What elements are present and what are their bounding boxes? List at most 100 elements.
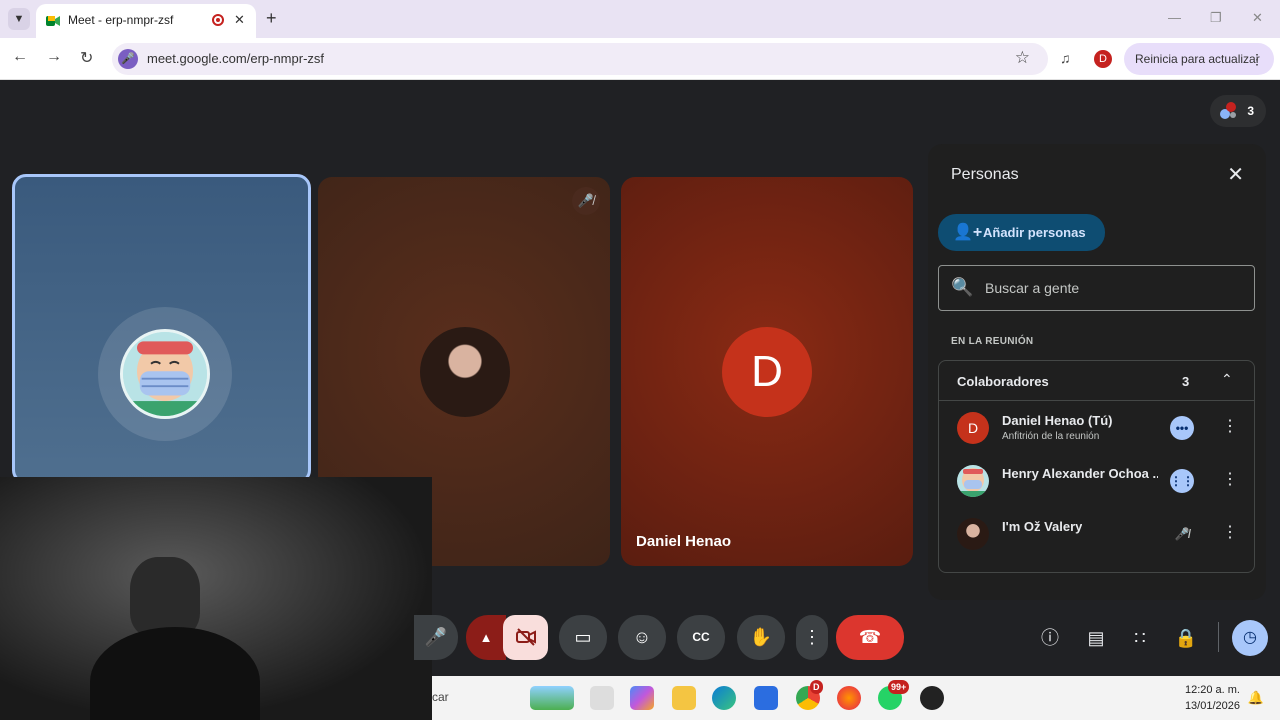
new-tab-button[interactable]: + <box>266 8 277 29</box>
muted-mic-icon: 🎤̸ <box>1174 527 1190 541</box>
participant-avatar <box>957 465 989 497</box>
forward-icon[interactable]: → <box>46 48 62 66</box>
notification-icon[interactable]: 🔔 <box>1248 690 1264 706</box>
reload-icon[interactable]: ↻ <box>80 48 93 68</box>
present-button[interactable]: ▭ <box>559 615 607 660</box>
browser-menu-icon[interactable]: ⋮ <box>1250 43 1264 75</box>
activities-icon[interactable]: ∷ <box>1128 626 1152 650</box>
task-view-icon[interactable] <box>590 686 614 710</box>
clock-icon: ◷ <box>1243 629 1257 646</box>
more-options-button[interactable]: ⋮ <box>796 615 828 660</box>
update-button[interactable]: Reinicia para actualizar ⋮ <box>1124 43 1274 75</box>
more-vert-icon: ⋮ <box>803 627 821 647</box>
panel-title: Personas <box>951 166 1019 183</box>
minimize-icon[interactable]: — <box>1168 10 1181 25</box>
speaking-icon: ⋮⋮ <box>1170 469 1194 493</box>
muted-mic-icon: 🎤̸ <box>572 187 600 215</box>
more-status-icon: ••• <box>1170 416 1194 440</box>
hand-icon: ✋ <box>749 627 773 647</box>
participants-group: Colaboradores 3 ⌃ D Daniel Henao (Tú) An… <box>938 360 1255 573</box>
app-icon[interactable] <box>920 686 944 710</box>
search-input[interactable] <box>985 266 1245 310</box>
tab-title: Meet - erp-nmpr-zsf <box>68 13 174 27</box>
tab-close-icon[interactable]: ✕ <box>234 12 245 28</box>
url-text[interactable]: meet.google.com/erp-nmpr-zsf <box>147 51 324 66</box>
meeting-info-icon[interactable]: ⓘ <box>1038 626 1062 650</box>
chevron-up-icon: ▲ <box>479 630 493 645</box>
clock-date: 13/01/2026 <box>1184 700 1240 712</box>
firefox-icon[interactable] <box>837 686 861 710</box>
participant-name: Henry Alexander Ochoa ... <box>1002 466 1158 481</box>
participant-name: I'm Ož Valery <box>1002 519 1083 534</box>
system-clock[interactable]: 12:20 a. m. 13/01/2026 <box>1185 682 1240 714</box>
self-person-body <box>90 627 260 720</box>
participant-menu-icon[interactable]: ⋮ <box>1222 469 1238 489</box>
add-person-icon: 👤+ <box>953 224 983 241</box>
file-explorer-icon[interactable] <box>672 686 696 710</box>
masked-face-icon <box>961 468 985 497</box>
chrome-badge: D <box>810 680 823 694</box>
close-icon[interactable]: ✕ <box>1227 162 1244 187</box>
taskbar-search-text[interactable]: car <box>432 690 449 704</box>
host-controls-icon[interactable]: 🔒 <box>1174 626 1198 650</box>
store-icon[interactable] <box>754 686 778 710</box>
participant-menu-icon[interactable]: ⋮ <box>1222 522 1238 542</box>
emoji-button[interactable]: ☺ <box>618 615 666 660</box>
controls-divider <box>1218 622 1219 652</box>
present-screen-icon: ▭ <box>574 627 592 647</box>
participant-menu-icon[interactable]: ⋮ <box>1222 416 1238 436</box>
os-taskbar: car D 99+ 12:20 a. m. 13/01/2026 🔔 <box>432 676 1280 720</box>
browser-tab-bar: ▼ Meet - erp-nmpr-zsf ✕ + — ❐ ✕ <box>0 0 1280 38</box>
self-camera-preview <box>0 477 432 720</box>
camera-options-button[interactable]: ▲ <box>466 615 506 660</box>
participant-tile-henry[interactable] <box>12 174 311 484</box>
widgets-icon[interactable] <box>530 686 574 710</box>
edge-icon[interactable] <box>712 686 736 710</box>
microphone-icon: 🎤 <box>424 627 448 647</box>
camera-off-icon <box>515 628 536 646</box>
add-people-button[interactable]: 👤+ Añadir personas <box>938 214 1105 251</box>
group-header[interactable]: Colaboradores 3 ⌃ <box>939 361 1254 401</box>
chevron-up-icon[interactable]: ⌃ <box>1221 371 1233 388</box>
bookmark-star-icon[interactable]: ☆ <box>1015 48 1030 68</box>
leave-call-button[interactable]: ☎ <box>836 615 904 660</box>
address-bar[interactable]: 🎤 meet.google.com/erp-nmpr-zsf ☆ <box>112 43 1048 75</box>
window-close-icon[interactable]: ✕ <box>1252 10 1263 26</box>
profile-avatar[interactable]: D <box>1094 50 1112 68</box>
participant-row[interactable]: Henry Alexander Ochoa ... ⋮⋮ ⋮ <box>939 455 1254 507</box>
people-search[interactable]: 🔍 <box>938 265 1255 311</box>
participant-name: Daniel Henao <box>636 533 732 550</box>
participant-row[interactable]: I'm Ož Valery 🎤̸ ⋮ <box>939 508 1254 560</box>
group-count: 3 <box>1182 374 1190 389</box>
participant-avatar: D <box>957 412 989 444</box>
search-icon: 🔍 <box>951 277 974 297</box>
participant-role: Anfitrión de la reunión <box>1002 431 1100 442</box>
microphone-button[interactable]: 🎤 <box>414 615 458 660</box>
timer-button[interactable]: ◷ <box>1232 620 1268 656</box>
media-controls-icon[interactable]: ♫ <box>1060 50 1071 66</box>
clock-time: 12:20 a. m. <box>1184 684 1240 696</box>
update-button-label: Reinicia para actualizar <box>1135 52 1260 66</box>
participant-name: Daniel Henao (Tú) <box>1002 413 1113 428</box>
add-people-label: Añadir personas <box>983 225 1086 240</box>
back-icon[interactable]: ← <box>12 48 28 66</box>
maximize-icon[interactable]: ❐ <box>1210 10 1222 26</box>
microphone-site-icon[interactable]: 🎤 <box>118 49 138 69</box>
browser-tab[interactable]: Meet - erp-nmpr-zsf ✕ <box>36 4 256 38</box>
captions-button[interactable]: CC <box>677 615 725 660</box>
participant-count-button[interactable]: 3 <box>1210 95 1266 127</box>
chat-icon[interactable]: ▤ <box>1084 626 1108 650</box>
participant-row[interactable]: D Daniel Henao (Tú) Anfitrión de la reun… <box>939 402 1254 454</box>
tab-search-button[interactable]: ▼ <box>8 8 30 30</box>
copilot-icon[interactable] <box>630 686 654 710</box>
meet-favicon-icon <box>46 16 60 26</box>
camera-toggle-button[interactable] <box>503 615 548 660</box>
participants-avatars-icon <box>1220 102 1236 119</box>
masked-face-icon <box>123 332 207 416</box>
recording-icon <box>212 14 224 26</box>
group-label: Colaboradores <box>957 374 1049 389</box>
participant-photo <box>420 327 510 417</box>
raise-hand-button[interactable]: ✋ <box>737 615 785 660</box>
self-person-head <box>130 557 200 637</box>
participant-tile-daniel[interactable]: D Daniel Henao <box>621 177 913 566</box>
